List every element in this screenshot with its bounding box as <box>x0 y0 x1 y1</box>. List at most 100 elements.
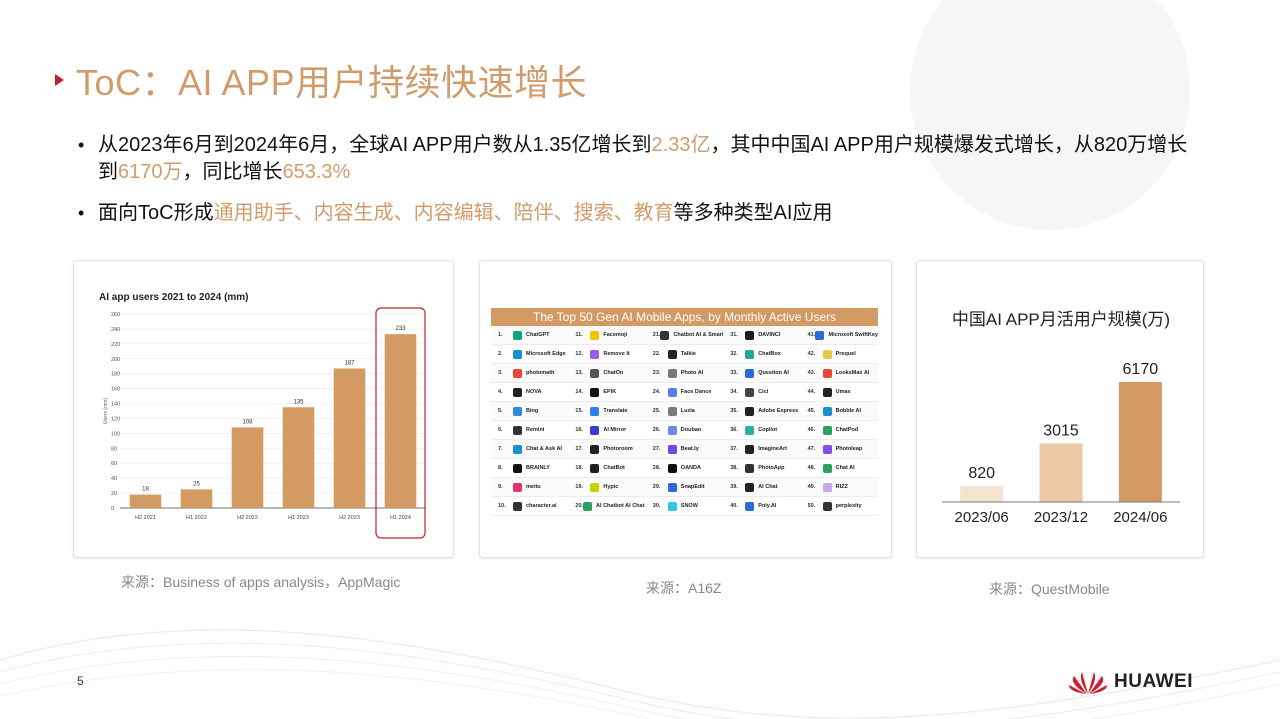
app-rank: 32. <box>730 351 738 357</box>
app-table-cell: 24. Face Dance <box>645 383 724 402</box>
chart-title: 中国AI APP月活用户规模(万) <box>952 310 1170 329</box>
x-tick-label: 2024/06 <box>1113 509 1167 526</box>
bar-value-label: 820 <box>968 465 995 482</box>
app-table-cell: 16. AI Mirror <box>568 421 646 440</box>
app-name: Microsoft Edge <box>526 351 566 357</box>
app-name: ChatBot <box>603 465 625 471</box>
bar <box>960 486 1004 502</box>
bar <box>1039 443 1083 502</box>
bar-value-label: 135 <box>293 399 304 405</box>
app-rank: 20. <box>575 503 584 509</box>
title-row: ToC：AI APP用户持续快速增长 <box>55 54 587 106</box>
app-logo-icon <box>822 368 832 378</box>
y-tick-label: 0 <box>111 506 114 512</box>
app-logo-icon <box>667 463 677 473</box>
app-table-cell: 39. AI Chat <box>723 478 801 497</box>
x-tick-label: H2 2022 <box>237 515 258 521</box>
app-name: Remini <box>526 427 545 433</box>
app-table-cell: 10. character.ai <box>491 497 569 516</box>
app-rank: 27. <box>652 446 661 452</box>
source-global-chart: 来源：Business of apps analysis，AppMagic <box>121 574 401 590</box>
app-table-cell: 42. Prequel <box>800 345 878 364</box>
app-name: photomath <box>526 370 555 376</box>
app-table-cell: 41. Microsoft SwiftKey <box>800 326 878 345</box>
app-logo-icon <box>822 482 832 492</box>
app-logo-icon <box>590 368 600 378</box>
app-logo-icon <box>513 368 522 378</box>
app-rank: 38. <box>730 465 738 471</box>
app-name: Copilot <box>758 427 778 433</box>
app-table-cell: 50. perplexity <box>800 497 878 516</box>
y-tick-label: 60 <box>111 461 117 467</box>
app-table-cell: 18. ChatBot <box>568 459 646 478</box>
app-logo-icon <box>822 463 832 473</box>
app-rank: 29. <box>652 484 661 490</box>
app-rank: 35. <box>730 408 738 414</box>
top-apps-grid: 1. ChatGPT 11. Facemoji 21. Chatbot AI & Smar… <box>491 326 878 516</box>
app-table-cell: 48. Chat AI <box>800 459 878 478</box>
y-axis-label: Users (mm) <box>103 398 109 424</box>
app-logo-icon <box>822 349 832 359</box>
app-name: ImagineArt <box>758 446 787 452</box>
app-name: BRAINLY <box>526 465 550 471</box>
app-table-cell: 43. LooksMax AI <box>800 364 878 383</box>
app-name: Chatbot AI & Smart Assistant <box>673 332 724 338</box>
app-logo-icon <box>590 349 600 359</box>
app-name: Microsoft SwiftKey <box>828 332 878 338</box>
app-rank: 36. <box>730 427 738 433</box>
app-rank: 15. <box>575 408 584 414</box>
app-rank: 23. <box>652 370 661 376</box>
x-tick-label: H1 2022 <box>186 515 207 521</box>
app-rank: 50. <box>807 503 816 509</box>
app-name: Umax <box>835 389 851 395</box>
title-marker-icon <box>55 74 64 86</box>
app-rank: 41. <box>807 332 816 338</box>
app-rank: 49. <box>807 484 816 490</box>
y-tick-label: 200 <box>111 357 120 363</box>
app-name: SNOW <box>680 503 698 509</box>
app-rank: 37. <box>730 446 738 452</box>
source-top-apps: 来源：A16Z <box>646 580 722 596</box>
app-table-cell: 14. EPIK <box>568 383 646 402</box>
app-logo-icon <box>590 425 600 435</box>
app-logo-icon <box>513 482 522 492</box>
app-table-cell: 32. ChatBox <box>723 345 801 364</box>
app-table-cell: 8. BRAINLY <box>491 459 569 478</box>
bullet-app-types: 面向ToC形成通用助手、内容生成、内容编辑、陪伴、搜索、教育等多种类型AI应用 <box>78 200 1198 227</box>
app-table-cell: 34. Cici <box>723 383 801 402</box>
app-table-cell: 26. Doubao <box>645 421 724 440</box>
top-apps-table-title: The Top 50 Gen AI Mobile Apps, by Monthl… <box>491 308 878 326</box>
app-rank: 39. <box>730 484 738 490</box>
app-logo-icon <box>583 501 593 511</box>
app-table-cell: 36. Copilot <box>723 421 801 440</box>
app-table-cell: 29. SnapEdit <box>645 478 724 497</box>
app-table-cell: 2. Microsoft Edge <box>491 345 569 364</box>
app-rank: 45. <box>807 408 816 414</box>
y-tick-label: 260 <box>111 312 120 318</box>
x-tick-label: 2023/12 <box>1034 509 1088 526</box>
app-logo-icon <box>590 330 600 340</box>
app-table-cell: 23. Photo AI <box>645 364 724 383</box>
x-tick-label: H1 2024 <box>390 515 411 521</box>
global-users-bar-chart: AI app users 2021 to 2024 (mm) Users (mm)… <box>99 292 426 539</box>
app-name: Luzia <box>680 408 695 414</box>
x-tick-label: H2 2023 <box>339 515 360 521</box>
app-name: RIZZ <box>835 484 848 490</box>
app-logo-icon <box>745 463 755 473</box>
app-table-cell: 45. Bobble AI <box>800 402 878 421</box>
top-apps-table-card: The Top 50 Gen AI Mobile Apps, by Monthl… <box>479 260 892 558</box>
app-name: PhotoApp <box>758 465 785 471</box>
app-rank: 43. <box>807 370 816 376</box>
app-table-cell: 49. RIZZ <box>800 478 878 497</box>
app-table-cell: 13. ChatOn <box>568 364 646 383</box>
app-logo-icon <box>590 444 600 454</box>
app-name: EPIK <box>603 389 617 395</box>
app-rank: 48. <box>807 465 816 471</box>
x-tick-label: H2 2021 <box>135 515 156 521</box>
app-name: Doubao <box>680 427 702 433</box>
app-name: Chat & Ask AI <box>526 446 562 452</box>
app-rank: 19. <box>575 484 584 490</box>
huawei-flower-icon <box>1069 672 1107 694</box>
app-name: LooksMax AI <box>835 370 870 376</box>
app-table-cell: 40. Poly.AI <box>723 497 801 516</box>
